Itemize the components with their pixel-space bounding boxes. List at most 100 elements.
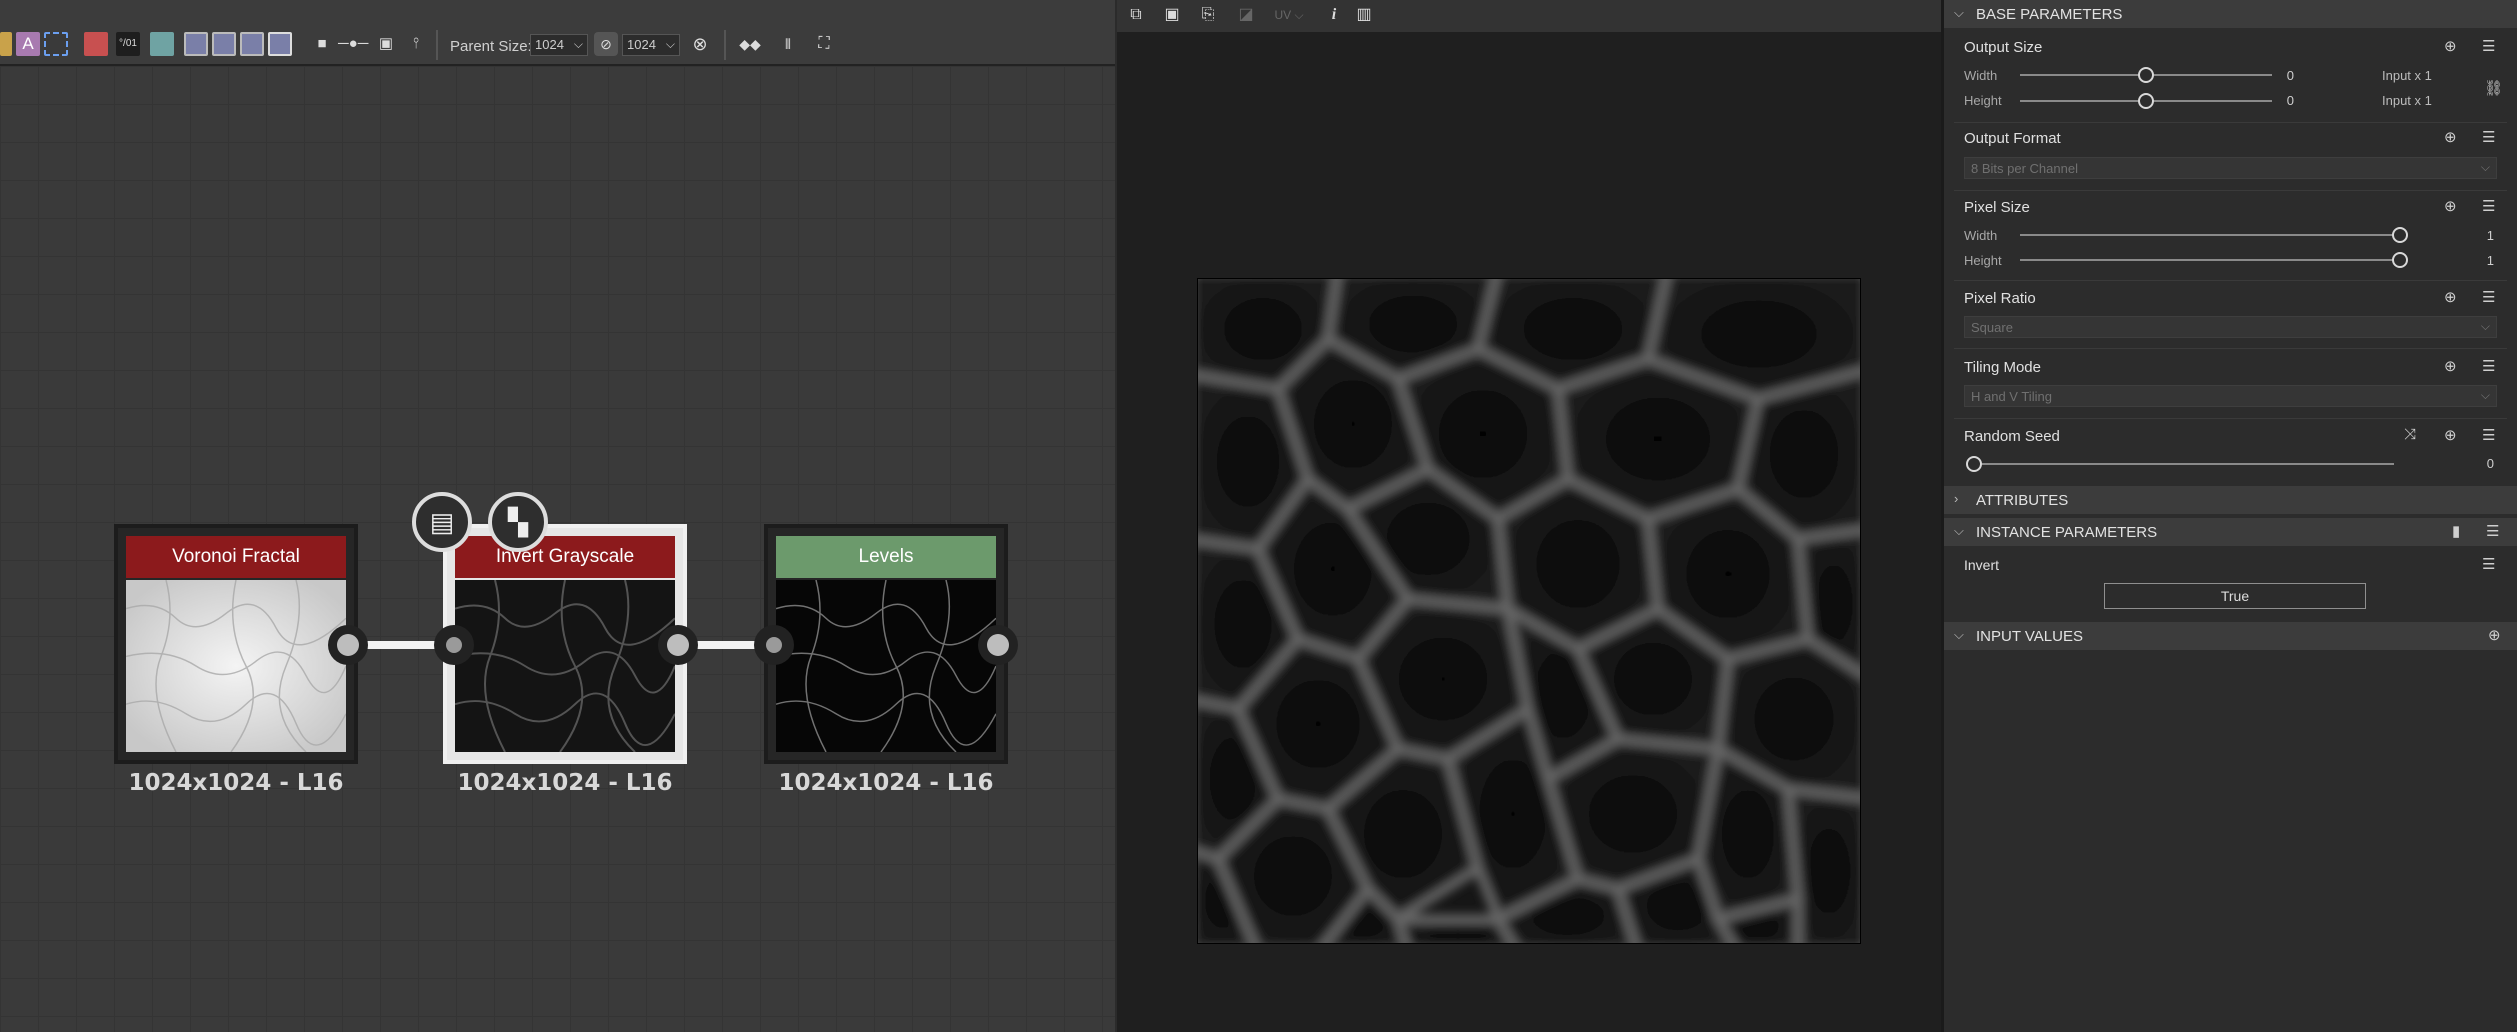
- expose-parameter-icon[interactable]: ⊕: [2444, 288, 2457, 306]
- output-width-mode[interactable]: Input x 1: [2382, 68, 2432, 83]
- pixel-height-value[interactable]: 1: [2464, 253, 2494, 268]
- slider-handle[interactable]: [2138, 67, 2154, 83]
- menu-icon[interactable]: ☰: [2482, 128, 2495, 146]
- node-title: Invert Grayscale: [455, 536, 675, 578]
- expose-parameter-icon[interactable]: ⊕: [2444, 357, 2457, 375]
- tiling-mode-select[interactable]: H and V Tiling ⌵: [1964, 385, 2497, 407]
- slider-handle[interactable]: [1966, 456, 1982, 472]
- pixel-width-value[interactable]: 1: [2464, 228, 2494, 243]
- divider: [1954, 418, 2507, 419]
- link-icon[interactable]: ⊘: [594, 32, 618, 56]
- dot-node-icon[interactable]: ─●─: [338, 32, 368, 56]
- paint-bucket-icon[interactable]: [84, 32, 108, 56]
- expose-parameter-icon[interactable]: ⊕: [2444, 197, 2457, 215]
- node-voronoi-fractal[interactable]: Voronoi Fractal: [114, 524, 358, 764]
- checker-preview-icon[interactable]: ▚: [488, 492, 548, 552]
- pixel-ratio-value: Square: [1971, 320, 2013, 335]
- layout-icon[interactable]: [212, 32, 236, 56]
- menu-icon[interactable]: ☰: [2482, 555, 2495, 573]
- chevron-down-icon: ⌵: [665, 37, 675, 51]
- expose-parameter-icon[interactable]: ⊕: [2444, 128, 2457, 146]
- pin-icon[interactable]: ⫯: [404, 32, 428, 56]
- slider-handle[interactable]: [2392, 252, 2408, 268]
- parent-size-select[interactable]: 1024 ⌵: [530, 34, 588, 56]
- input-socket[interactable]: [434, 625, 474, 665]
- menu-icon[interactable]: ☰: [2482, 288, 2495, 306]
- pixel-ratio-select[interactable]: Square ⌵: [1964, 316, 2497, 338]
- add-parameter-icon[interactable]: ▮: [2452, 522, 2460, 540]
- node-invert-grayscale[interactable]: Invert Grayscale: [443, 524, 687, 764]
- chevron-down-icon: ⌵: [2480, 319, 2490, 333]
- size-select[interactable]: 1024 ⌵: [622, 34, 680, 56]
- reset-icon[interactable]: ⊗: [688, 32, 712, 56]
- node-resolution-label: 1024x1024 - L16: [778, 770, 994, 796]
- menu-icon[interactable]: ☰: [2482, 37, 2495, 55]
- output-width-value[interactable]: 0: [2264, 68, 2294, 83]
- add-input-icon[interactable]: ⊕: [2488, 626, 2501, 644]
- texture-preview[interactable]: [1197, 278, 1861, 944]
- layers-icon[interactable]: ⧉: [1125, 4, 1147, 26]
- copy-icon[interactable]: ⎘: [1197, 4, 1219, 26]
- connect-vertical-icon[interactable]: ⦀: [776, 32, 800, 56]
- output-format-select[interactable]: 8 Bits per Channel ⌵: [1964, 157, 2497, 179]
- output-height-value[interactable]: 0: [2264, 93, 2294, 108]
- invert-toggle-button[interactable]: True: [2104, 583, 2366, 609]
- expose-parameter-icon[interactable]: ⊕: [2444, 37, 2457, 55]
- base-parameters-header[interactable]: ⌵ BASE PARAMETERS: [1944, 0, 2517, 28]
- expose-parameter-icon[interactable]: ⊕: [2444, 426, 2457, 444]
- menu-icon[interactable]: ☰: [2482, 357, 2495, 375]
- chevron-down-icon: ⌵: [1954, 627, 1964, 642]
- histogram-icon[interactable]: ▥: [1353, 4, 1375, 26]
- menu-icon[interactable]: ☰: [2482, 426, 2495, 444]
- chain-link-icon[interactable]: ⛓: [2484, 79, 2503, 97]
- graph-editor[interactable]: A °/01 ■ ─●─ ▣ ⫯ Parent Size: 1024 ⌵ ⊘ 10…: [0, 0, 1115, 1032]
- document-icon[interactable]: ▤: [412, 492, 472, 552]
- input-socket[interactable]: [754, 625, 794, 665]
- 2d-viewer[interactable]: ⧉ ▣ ⎘ ◪ UV ⌵ i ▥: [1117, 0, 1941, 1032]
- output-height-mode[interactable]: Input x 1: [2382, 93, 2432, 108]
- instance-parameters-header[interactable]: ⌵ INSTANCE PARAMETERS ▮ ☰: [1944, 518, 2517, 546]
- menu-icon[interactable]: ☰: [2482, 197, 2495, 215]
- section-title: INPUT VALUES: [1976, 628, 2083, 645]
- uv-select: UV ⌵: [1274, 8, 1304, 22]
- save-icon[interactable]: ▣: [1161, 4, 1183, 26]
- node-title: Voronoi Fractal: [126, 536, 346, 578]
- chevron-down-icon: ⌵: [2480, 388, 2490, 402]
- warning-icon[interactable]: [0, 32, 12, 56]
- random-01-icon[interactable]: °/01: [116, 32, 140, 56]
- bake-icon[interactable]: ⛶: [812, 32, 836, 56]
- info-icon[interactable]: i: [1323, 4, 1345, 26]
- frame-icon[interactable]: ▣: [374, 32, 398, 56]
- output-format-label: Output Format: [1964, 130, 2061, 147]
- export-icon[interactable]: [240, 32, 264, 56]
- pixel-height-slider[interactable]: [2020, 259, 2398, 261]
- slider-handle[interactable]: [2138, 93, 2154, 109]
- node-title: Levels: [776, 536, 996, 578]
- height-label: Height: [1964, 93, 2002, 108]
- grid-snap-icon[interactable]: [150, 32, 174, 56]
- slider-handle[interactable]: [2392, 227, 2408, 243]
- shuffle-icon[interactable]: ⤨: [2404, 426, 2416, 443]
- frame-select-icon[interactable]: [44, 32, 68, 56]
- output-socket[interactable]: [978, 625, 1018, 665]
- comment-icon[interactable]: ■: [310, 32, 334, 56]
- uv-label: UV: [1274, 8, 1292, 22]
- random-seed-value[interactable]: 0: [2464, 456, 2494, 471]
- text-frame-icon[interactable]: A: [16, 32, 40, 56]
- menu-icon[interactable]: ☰: [2486, 522, 2499, 540]
- parent-size-label: Parent Size:: [450, 38, 532, 55]
- align-icon[interactable]: [184, 32, 208, 56]
- connect-horizontal-icon[interactable]: ◆◆: [738, 32, 762, 56]
- node-levels[interactable]: Levels: [764, 524, 1008, 764]
- output-icon[interactable]: [268, 32, 292, 56]
- divider: [1954, 348, 2507, 349]
- output-socket[interactable]: [328, 625, 368, 665]
- invert-label: Invert: [1964, 557, 2000, 573]
- chevron-down-icon: ⌵: [2480, 160, 2490, 174]
- output-socket[interactable]: [658, 625, 698, 665]
- input-values-header[interactable]: ⌵ INPUT VALUES ⊕: [1944, 622, 2517, 650]
- toolbar-separator: [436, 30, 438, 60]
- random-seed-slider[interactable]: [1974, 463, 2394, 465]
- pixel-width-slider[interactable]: [2020, 234, 2398, 236]
- attributes-header[interactable]: › ATTRIBUTES: [1944, 486, 2517, 514]
